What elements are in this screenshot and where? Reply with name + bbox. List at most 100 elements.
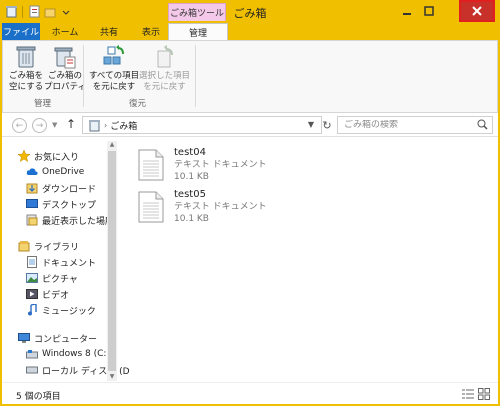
refresh-icon[interactable]: ↻ — [319, 117, 335, 133]
nav-documents[interactable]: ドキュメント — [26, 254, 96, 270]
nav-pictures-label: ピクチャ — [42, 274, 78, 285]
recycle-bin-properties-button[interactable]: ごみ箱の プロパティ — [44, 45, 86, 93]
recent-places-icon — [26, 214, 38, 226]
back-arrow-icon: ← — [15, 120, 24, 131]
library-icon — [18, 240, 30, 252]
maximize-button[interactable] — [419, 0, 439, 22]
nav-recent-label: 最近表示した場所 — [42, 216, 115, 227]
maximize-icon — [424, 6, 434, 16]
nav-onedrive-label: OneDrive — [42, 167, 85, 177]
group-separator-2 — [195, 45, 196, 107]
search-input[interactable] — [344, 120, 474, 130]
content-area: お気に入り OneDrive ダウンロード デスクトップ 最近表示した場所 ライ… — [2, 137, 498, 382]
group-separator — [83, 45, 84, 107]
properties-icon[interactable] — [27, 5, 41, 19]
nav-music[interactable]: ミュージック — [26, 302, 96, 318]
scroll-down-icon[interactable]: ▼ — [108, 373, 116, 381]
nav-videos-label: ビデオ — [42, 290, 70, 301]
recent-locations-icon[interactable]: ▼ — [52, 121, 58, 129]
nav-desktop[interactable]: デスクトップ — [26, 196, 96, 212]
nav-computer[interactable]: コンピューター — [18, 330, 97, 346]
music-icon — [26, 304, 38, 316]
computer-icon — [18, 332, 30, 344]
bin-props-label-2: プロパティ — [44, 82, 86, 92]
nav-downloads[interactable]: ダウンロード — [26, 180, 96, 196]
file-name: test04 — [174, 147, 206, 158]
document-icon — [26, 256, 38, 268]
nav-drive-c[interactable]: Windows 8 (C:) — [26, 346, 110, 362]
search-icon — [477, 119, 488, 133]
video-icon — [26, 288, 38, 300]
nav-recent-places[interactable]: 最近表示した場所 — [26, 212, 114, 228]
close-button[interactable] — [459, 0, 495, 22]
nav-scrollbar[interactable]: ▲ ▼ — [107, 141, 117, 381]
nav-music-label: ミュージック — [42, 306, 96, 317]
large-icons-view-icon[interactable] — [478, 388, 490, 400]
minimize-button[interactable] — [397, 0, 417, 22]
nav-downloads-label: ダウンロード — [42, 184, 97, 195]
restore-selected-items-button[interactable]: 選択した項目 を元に戻す — [139, 45, 190, 93]
nav-pictures[interactable]: ピクチャ — [26, 270, 78, 286]
address-row: ← → ▼ ↑ › ごみ箱 ▼ ↻ — [2, 113, 498, 137]
minimize-icon — [403, 13, 411, 15]
bin-props-label-1: ごみ箱の — [47, 71, 82, 81]
empty-bin-label-2: 空にする — [9, 82, 44, 92]
file-size: 10.1 KB — [174, 214, 209, 224]
restore-all-icon — [102, 45, 126, 69]
file-item[interactable]: test04 テキスト ドキュメント 10.1 KB — [138, 147, 278, 187]
nav-favorites-label: お気に入り — [34, 152, 80, 163]
back-button[interactable]: ← — [12, 118, 27, 133]
nav-onedrive[interactable]: OneDrive — [26, 164, 84, 180]
nav-videos[interactable]: ビデオ — [26, 286, 69, 302]
close-icon — [472, 6, 482, 16]
up-arrow-icon[interactable]: ↑ — [66, 117, 76, 131]
address-dropdown-icon[interactable]: ▼ — [303, 116, 319, 132]
empty-recycle-bin-button[interactable]: ごみ箱を 空にする — [9, 45, 43, 93]
search-box[interactable] — [337, 116, 493, 134]
cloud-icon — [26, 166, 38, 178]
empty-recycle-bin-icon — [14, 45, 38, 69]
qat-dropdown-icon[interactable] — [59, 5, 73, 19]
ribbon-tabs: ファイル ホーム 共有 表示 管理 — [2, 23, 498, 40]
forward-button[interactable]: → — [32, 118, 47, 133]
group-label-restore: 復元 — [129, 99, 147, 109]
qat-separator — [22, 5, 23, 18]
file-type: テキスト ドキュメント — [174, 202, 267, 212]
file-type: テキスト ドキュメント — [174, 160, 267, 170]
file-item[interactable]: test05 テキスト ドキュメント 10.1 KB — [138, 189, 278, 229]
restore-all-items-button[interactable]: すべての項目 を元に戻す — [89, 45, 139, 93]
breadcrumb-recycle-bin[interactable]: ごみ箱 — [110, 119, 137, 132]
details-view-icon[interactable] — [462, 388, 474, 400]
download-folder-icon — [26, 182, 38, 194]
tab-view[interactable]: 表示 — [130, 23, 172, 40]
breadcrumb-chevron-icon[interactable]: › — [104, 121, 107, 130]
nav-libraries[interactable]: ライブラリ — [18, 238, 79, 254]
recycle-bin-properties-icon — [53, 45, 77, 69]
nav-favorites[interactable]: お気に入り — [18, 148, 79, 164]
windows-drive-icon — [26, 348, 38, 360]
picture-icon — [26, 272, 38, 284]
restore-all-label-2: を元に戻す — [92, 82, 136, 92]
address-bar[interactable]: › ごみ箱 — [82, 116, 322, 134]
scroll-thumb[interactable] — [108, 151, 116, 371]
item-count: 5 個の項目 — [16, 392, 61, 402]
restore-selected-label-2: を元に戻す — [143, 82, 186, 92]
file-name: test05 — [174, 189, 206, 200]
restore-all-label-1: すべての項目 — [89, 71, 140, 81]
context-tab-title: ごみ箱ツール — [168, 3, 226, 21]
tab-share[interactable]: 共有 — [88, 23, 130, 40]
scroll-up-icon[interactable]: ▲ — [108, 141, 116, 149]
new-folder-icon[interactable] — [43, 5, 57, 19]
nav-computer-label: コンピューター — [34, 334, 98, 345]
empty-bin-label-1: ごみ箱を — [9, 71, 44, 81]
explorer-window: ごみ箱ツール ごみ箱 ファイル ホーム 共有 表示 管理 ごみ箱を 空にする ご… — [0, 0, 500, 406]
tab-manage[interactable]: 管理 — [168, 23, 228, 40]
restore-selected-label-1: 選択した項目 — [139, 71, 191, 81]
recycle-bin-small-icon[interactable] — [4, 5, 18, 19]
forward-arrow-icon: → — [35, 120, 44, 131]
restore-selected-icon — [153, 45, 177, 69]
tab-file[interactable]: ファイル — [2, 23, 40, 40]
recycle-bin-path-icon — [87, 118, 101, 132]
nav-drive-c-label: Windows 8 (C:) — [42, 349, 110, 359]
tab-home[interactable]: ホーム — [44, 23, 86, 40]
